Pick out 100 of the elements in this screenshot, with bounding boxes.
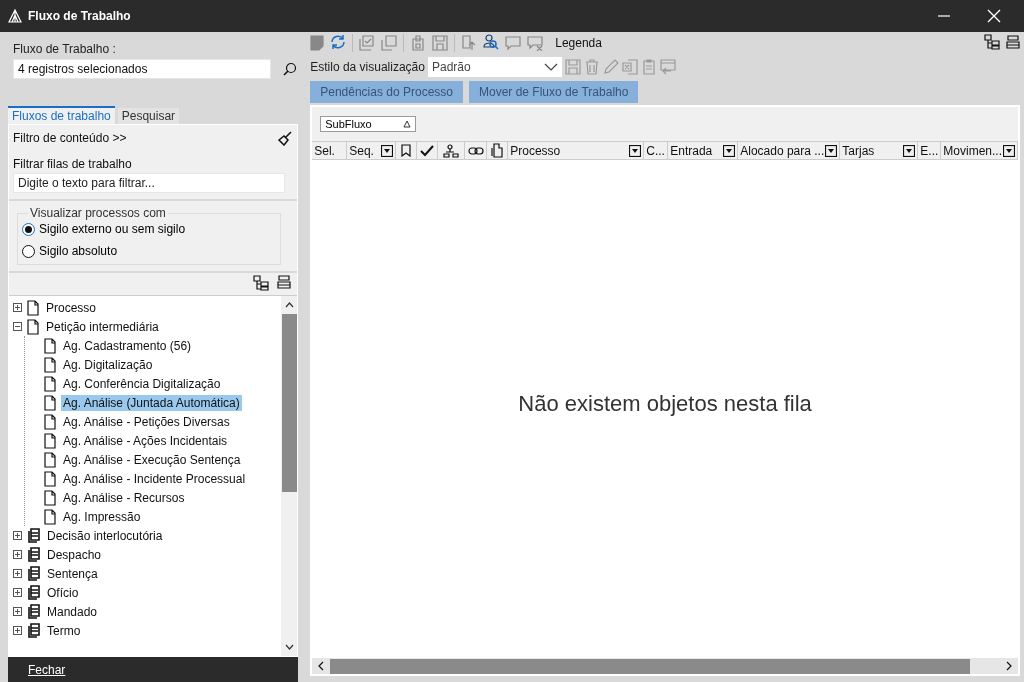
collapse-icon[interactable] bbox=[1006, 34, 1020, 49]
check-copy-icon[interactable] bbox=[359, 35, 376, 51]
document-icon bbox=[44, 375, 56, 392]
clipboard-icon bbox=[27, 565, 40, 582]
link-icon bbox=[467, 145, 484, 156]
document-icon bbox=[44, 337, 56, 354]
expander-icon[interactable] bbox=[13, 322, 22, 331]
scroll-down-icon[interactable] bbox=[284, 644, 294, 650]
tree-item[interactable]: Mandado bbox=[45, 603, 100, 620]
document-icon bbox=[27, 299, 39, 316]
document-icon bbox=[44, 508, 56, 525]
column-header[interactable]: E... bbox=[920, 143, 939, 158]
document-icon bbox=[44, 356, 56, 373]
tree-item[interactable]: Ag. Análise - Incidente Processual bbox=[61, 470, 248, 487]
document-icon bbox=[44, 413, 56, 430]
tree-item[interactable]: Ag. Análise - Recursos bbox=[61, 489, 187, 506]
clipboard-icon bbox=[27, 622, 40, 639]
collapse-icon[interactable] bbox=[277, 275, 292, 289]
search-icon[interactable] bbox=[283, 62, 297, 76]
document-icon bbox=[44, 394, 56, 411]
expander-icon[interactable] bbox=[13, 550, 22, 559]
tree-item[interactable]: Ag. Análise (Juntada Automática) bbox=[61, 394, 242, 411]
tree-item[interactable]: Termo bbox=[45, 622, 83, 639]
clipboard-icon bbox=[27, 527, 40, 544]
column-header[interactable]: Entrada bbox=[670, 143, 713, 158]
workflow-field[interactable]: 4 registros selecionados bbox=[13, 59, 271, 79]
column-header[interactable]: Sel. bbox=[314, 143, 335, 158]
expander-icon[interactable] bbox=[13, 531, 22, 540]
dropdown-icon[interactable] bbox=[1003, 144, 1015, 157]
document-icon bbox=[44, 489, 56, 506]
dropdown-icon[interactable] bbox=[903, 144, 916, 157]
column-header[interactable]: C... bbox=[646, 143, 665, 158]
column-header[interactable]: Seq. bbox=[349, 143, 374, 158]
tree-item[interactable]: Ag. Conferência Digitalização bbox=[61, 375, 223, 392]
tree-item[interactable]: Despacho bbox=[45, 546, 104, 563]
group-chip[interactable]: SubFluxo bbox=[320, 116, 417, 132]
filter-field[interactable]: Digite o texto para filtrar... bbox=[13, 173, 285, 193]
document-icon bbox=[44, 470, 56, 487]
column-header[interactable]: Alocado para ... bbox=[740, 143, 825, 158]
close-button[interactable]: Fechar bbox=[28, 662, 66, 677]
clipboard-icon bbox=[27, 603, 40, 620]
scroll-right-icon[interactable] bbox=[1006, 661, 1012, 671]
tree-item[interactable]: Petição intermediária bbox=[44, 318, 161, 335]
tab[interactable]: Pesquisar bbox=[117, 108, 180, 124]
expander-icon[interactable] bbox=[13, 569, 22, 578]
tree-item[interactable]: Ag. Análise - Execução Sentença bbox=[61, 451, 243, 468]
column-header[interactable]: Tarjas bbox=[842, 143, 875, 158]
radio-option[interactable]: Sigilo externo ou sem sigilo bbox=[22, 218, 186, 240]
filter-toggle[interactable]: Filtro de conteúdo >> bbox=[13, 131, 127, 145]
scrollbar-thumb[interactable] bbox=[281, 314, 297, 492]
tree-item[interactable]: Ofício bbox=[45, 584, 81, 601]
filter-label: Filtrar filas de trabalho bbox=[13, 157, 133, 171]
expander-icon[interactable] bbox=[13, 626, 22, 635]
view-style-select[interactable]: Padrão bbox=[427, 57, 562, 77]
view-style-label: Estilo da visualização bbox=[310, 60, 425, 74]
clipboard-icon bbox=[27, 584, 40, 601]
dropdown-icon[interactable] bbox=[825, 144, 838, 157]
hierarchy-icon bbox=[443, 143, 460, 158]
tree-item[interactable]: Ag. Análise - Petições Diversas bbox=[61, 413, 232, 430]
legend-link[interactable]: Legenda bbox=[555, 36, 602, 50]
expander-icon[interactable] bbox=[13, 588, 22, 597]
window-title: Fluxo de Trabalho bbox=[28, 9, 132, 23]
scroll-left-icon[interactable] bbox=[318, 661, 325, 671]
dropdown-icon[interactable] bbox=[381, 144, 394, 157]
close-icon[interactable] bbox=[987, 9, 1001, 23]
scrollbar-thumb[interactable] bbox=[330, 658, 970, 674]
sort-icon bbox=[403, 120, 412, 128]
user-search-icon[interactable] bbox=[483, 33, 500, 50]
document-icon bbox=[44, 451, 56, 468]
scroll-up-icon[interactable] bbox=[284, 302, 294, 308]
column-header[interactable]: Movimen... bbox=[943, 143, 1002, 158]
document-icon bbox=[27, 318, 39, 335]
brush-icon[interactable] bbox=[277, 130, 294, 146]
tree-item[interactable]: Processo bbox=[44, 299, 99, 316]
tree-item[interactable]: Ag. Análise - Ações Incidentais bbox=[61, 432, 230, 449]
tree-expand-icon[interactable] bbox=[253, 275, 270, 291]
bookmark-icon bbox=[401, 144, 412, 157]
tree-item[interactable]: Sentença bbox=[45, 565, 100, 582]
check-icon bbox=[420, 144, 435, 157]
tree-item[interactable]: Decisão interlocutória bbox=[45, 527, 165, 544]
refresh-icon[interactable] bbox=[330, 33, 347, 50]
column-header[interactable]: Processo bbox=[510, 143, 561, 158]
dropdown-icon[interactable] bbox=[723, 144, 736, 157]
tab[interactable]: Fluxos de trabalho bbox=[8, 106, 115, 124]
empty-message: Não existem objetos nesta fila bbox=[518, 391, 812, 417]
clipboard-icon[interactable] bbox=[640, 59, 657, 75]
dropdown-icon[interactable] bbox=[629, 144, 642, 157]
radio-option[interactable]: Sigilo absoluto bbox=[22, 240, 118, 262]
note-icon[interactable] bbox=[310, 35, 325, 51]
expander-icon[interactable] bbox=[13, 303, 22, 312]
document-icon bbox=[491, 143, 504, 158]
document-icon bbox=[44, 432, 56, 449]
group-legend: Visualizar processos com bbox=[28, 206, 168, 220]
tree-item[interactable]: Ag. Cadastramento (56) bbox=[61, 337, 194, 354]
tree-expand-icon[interactable] bbox=[984, 33, 1000, 50]
tree-item[interactable]: Ag. Impressão bbox=[61, 508, 143, 525]
clipboard-icon[interactable] bbox=[410, 35, 427, 51]
app-logo-icon bbox=[8, 9, 22, 23]
expander-icon[interactable] bbox=[13, 607, 22, 616]
tree-item[interactable]: Ag. Digitalização bbox=[61, 356, 155, 373]
